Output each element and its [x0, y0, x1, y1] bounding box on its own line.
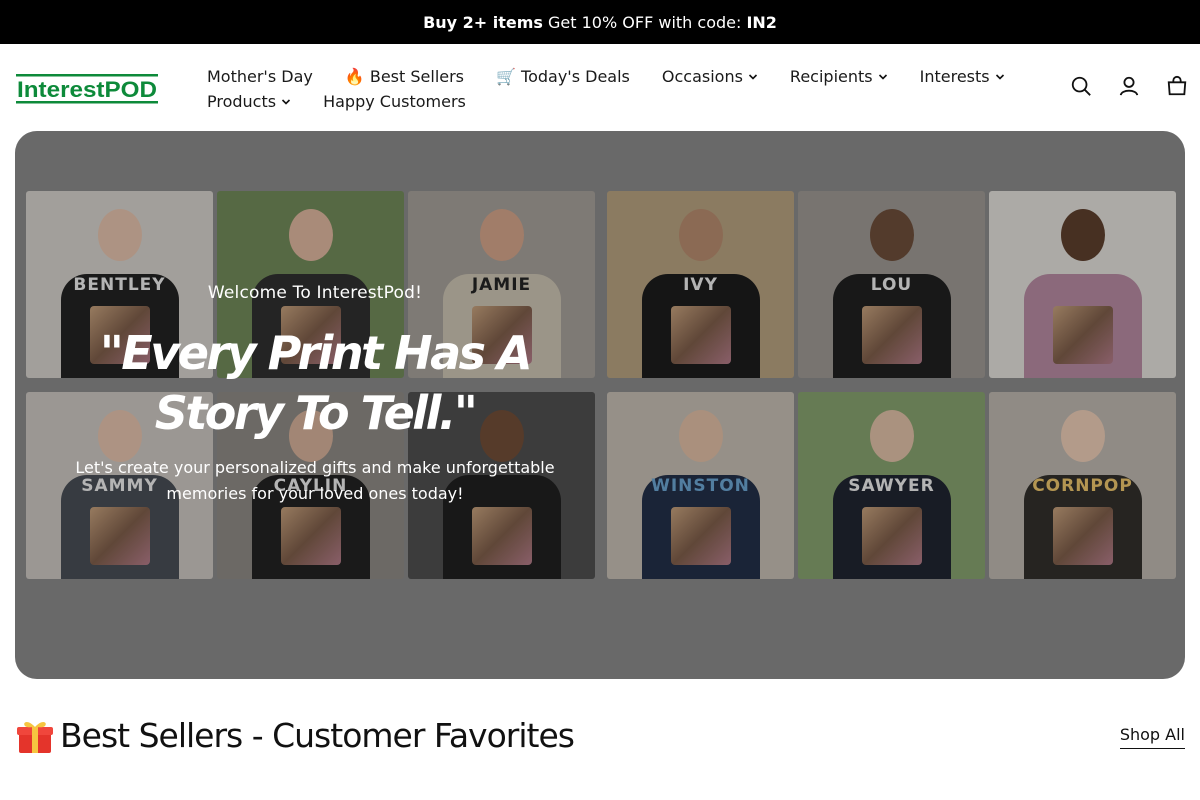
announcement-code: IN2 [746, 12, 777, 32]
logo[interactable]: InterestPOD [16, 71, 158, 105]
nav-item[interactable]: Mother's Day [207, 67, 313, 86]
nav-item[interactable]: Recipients [790, 67, 888, 86]
nav-item-label: Products [207, 92, 277, 111]
nav-item-label: Recipients [789, 67, 873, 86]
nav-item-label: Happy Customers [323, 92, 466, 111]
header-icons [1070, 75, 1188, 97]
announcement-bar: Buy 2+ items Get 10% OFF with code: IN2 [0, 0, 1200, 44]
search-icon[interactable] [1070, 75, 1092, 97]
chevron-down-icon [995, 73, 1004, 80]
chevron-down-icon [282, 98, 291, 105]
nav-item-label: 🛒 Today's Deals [496, 67, 630, 86]
best-sellers-heading: Best Sellers - Customer Favorites [16, 716, 575, 755]
nav-item[interactable]: 🔥 Best Sellers [345, 67, 464, 86]
nav-item-label: Occasions [661, 67, 743, 86]
hero-eyebrow: Welcome To InterestPod! [207, 283, 423, 303]
svg-text:InterestPOD: InterestPOD [17, 77, 157, 102]
chevron-down-icon [748, 73, 757, 80]
hero-headline: "Every Print Has A Story To Tell." [99, 326, 533, 440]
announcement-bold: Buy 2+ items [423, 12, 543, 32]
announcement-text: Get 10% OFF with code: [542, 12, 747, 32]
nav-item-label: Mother's Day [207, 67, 313, 86]
account-icon[interactable] [1118, 75, 1140, 97]
best-sellers-title: Best Sellers - Customer Favorites [60, 716, 575, 755]
main-nav: Mother's Day 🔥 Best Sellers 🛒 Today's Deal… [207, 64, 1027, 114]
nav-item[interactable]: Occasions [662, 67, 758, 86]
nav-item[interactable]: Interests [920, 67, 1005, 86]
hero-banner[interactable]: BENTLEY JAMIE IVY LOU SAMMY CAYLIN WINSTON SAWY… [15, 131, 1185, 679]
nav-row-2: Products Happy Customers [207, 89, 1027, 114]
shop-all-link[interactable]: Shop All [1119, 725, 1185, 749]
hero-text: Welcome To InterestPod! "Every Print Has… [45, 283, 585, 507]
site-header: InterestPOD Mother's Day 🔥 Best Sellers 🛒 … [0, 44, 1200, 131]
cart-icon[interactable] [1166, 75, 1188, 97]
nav-item[interactable]: Happy Customers [323, 92, 466, 111]
nav-item[interactable]: Products [207, 92, 291, 111]
nav-row-1: Mother's Day 🔥 Best Sellers 🛒 Today's Deal… [207, 64, 1027, 89]
chevron-down-icon [878, 73, 887, 80]
hero-subcopy: Let's create your personalized gifts and… [75, 458, 555, 503]
nav-item-label: 🔥 Best Sellers [344, 67, 465, 86]
nav-item-label: Interests [919, 67, 990, 86]
gift-icon [17, 721, 53, 753]
nav-item[interactable]: 🛒 Today's Deals [496, 67, 630, 86]
